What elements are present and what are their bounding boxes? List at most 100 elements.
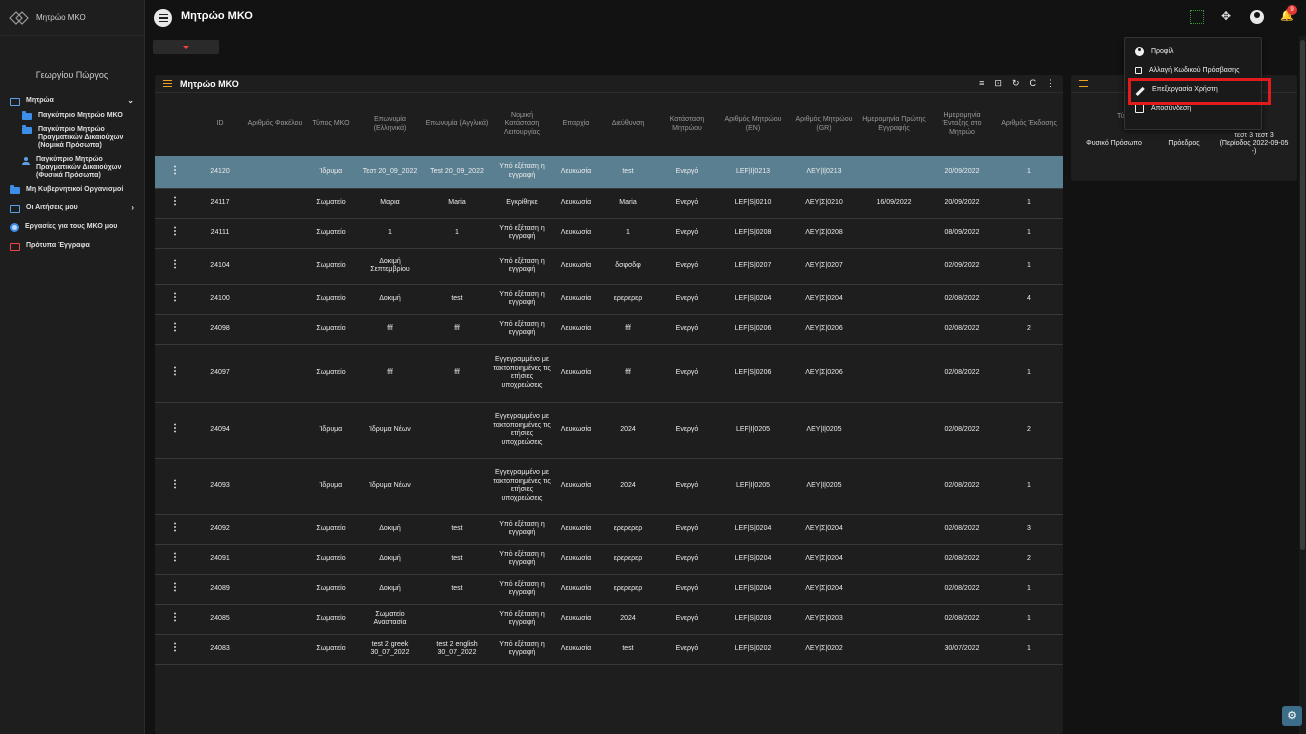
cell-name-gr: Δοκιμή xyxy=(357,284,423,315)
more-vert-icon[interactable]: ⋮ xyxy=(1046,78,1055,89)
move-icon[interactable] xyxy=(1220,9,1234,24)
cell-first-reg xyxy=(859,402,929,459)
cell-join-date: 02/08/2022 xyxy=(929,344,995,403)
table-row[interactable]: ⋮ 24089 Σωματείο Δοκιμή test Υπό εξέταση η εγ… xyxy=(155,574,1063,605)
more-vert-icon[interactable]: ⋮ xyxy=(170,165,180,176)
menu-item-profile[interactable]: Προφίλ xyxy=(1125,42,1261,61)
column-header[interactable]: Κατάσταση Μητρώου xyxy=(657,93,717,156)
cell-join-date: 02/08/2022 xyxy=(929,314,995,345)
more-vert-icon[interactable]: ⋮ xyxy=(170,226,180,237)
table-row[interactable]: ⋮ 24085 Σωματείο Σωματείο Αναστασία Υπό εξέτ… xyxy=(155,604,1063,635)
cell-legal: Εγγεγραμμένο με τακτοποιημένες τις ετήσι… xyxy=(491,458,553,515)
cell-join-date: 02/08/2022 xyxy=(929,544,995,575)
cell-name-en: test xyxy=(423,544,491,575)
cell-reg-gr: ΛΕΥ|Ι|0205 xyxy=(789,458,859,515)
sidebar-item-ngo-registry[interactable]: Παγκύπριο Μητρώο ΜΚΟ xyxy=(0,109,144,123)
more-vert-icon[interactable]: ⋮ xyxy=(170,582,180,593)
cell-version: 2 xyxy=(995,402,1063,459)
cell-reg-gr: ΛΕΥ|Σ|0204 xyxy=(789,574,859,605)
sync-icon[interactable]: ↻ xyxy=(1012,78,1020,89)
cell-join-date: 02/08/2022 xyxy=(929,284,995,315)
brand[interactable]: Μητρώο ΜΚΟ xyxy=(0,0,144,36)
cell-join-date: 20/09/2022 xyxy=(929,156,995,189)
column-header[interactable]: Αριθμός Φακέλου xyxy=(245,93,305,156)
cell-status: Ενεργό xyxy=(657,188,717,219)
cell-status: Ενεργό xyxy=(657,284,717,315)
user-account-icon[interactable] xyxy=(1250,10,1264,24)
menu-item-label: Αποσύνδεση xyxy=(1151,105,1192,112)
cell-id: 24094 xyxy=(195,402,245,459)
column-header[interactable]: Επωνυμία (Ελληνικά) xyxy=(357,93,423,156)
filter-icon[interactable]: ≡ xyxy=(979,78,984,89)
hamburger-menu-button[interactable] xyxy=(154,9,172,27)
column-header[interactable]: Νομική Κατάσταση Λειτουργίας xyxy=(491,93,553,156)
table-row[interactable]: ⋮ 24098 Σωματείο fff fff Υπό εξέταση η εγγραφ… xyxy=(155,314,1063,345)
table-row[interactable]: ⋮ 24091 Σωματείο Δοκιμή test Υπό εξέταση η εγ… xyxy=(155,544,1063,575)
column-header[interactable]: Αριθμός Μητρώου (GR) xyxy=(789,93,859,156)
more-vert-icon[interactable]: ⋮ xyxy=(170,612,180,623)
filter-dropdown[interactable] xyxy=(153,40,219,54)
more-vert-icon[interactable]: ⋮ xyxy=(170,642,180,653)
table-row[interactable]: ⋮ 24120 Ίδρυμα Τεστ 20_09_2022 Test 20_09_20… xyxy=(155,156,1063,189)
folder-icon xyxy=(22,111,32,120)
column-header[interactable]: Αριθμός Έκδοσης xyxy=(995,93,1063,156)
more-vert-icon[interactable]: ⋮ xyxy=(170,292,180,303)
more-vert-icon[interactable]: ⋮ xyxy=(170,479,180,490)
column-header[interactable]: Διεύθυνση xyxy=(599,93,657,156)
bell-icon[interactable]: 9 xyxy=(1280,5,1297,24)
table-row[interactable]: ⋮ 24092 Σωματείο Δοκιμή test Υπό εξέταση η εγ… xyxy=(155,514,1063,545)
cell-address: δσφσδφ xyxy=(599,248,657,285)
cell-type: Ίδρυμα xyxy=(305,402,357,459)
cell-type: Σωματείο xyxy=(305,344,357,403)
sidebar-item-beneficial-natural[interactable]: Παγκύπριο Μητρώο Πραγματικών Δικαιούχων … xyxy=(0,153,144,183)
scrollbar-thumb[interactable] xyxy=(1300,40,1305,550)
column-header[interactable]: Ημερομηνία Πρώτης Εγγραφής xyxy=(859,93,929,156)
sidebar-item-my-tasks[interactable]: Εργασίες για τους ΜΚΟ μου xyxy=(0,220,144,235)
cell-address: 2024 xyxy=(599,604,657,635)
column-header[interactable]: Ημερομηνία Ένταξης στο Μητρώο xyxy=(929,93,995,156)
more-vert-icon[interactable]: ⋮ xyxy=(170,366,180,377)
cell-first-reg xyxy=(859,284,929,315)
column-header[interactable]: Αριθμός Μητρώου (EN) xyxy=(717,93,789,156)
cell-name-gr: Σωματείο Αναστασία xyxy=(357,604,423,635)
table-row[interactable]: ⋮ 24104 Σωματείο Δοκιμή Σεπτεμβρίου Υπό εξέτ… xyxy=(155,248,1063,285)
sidebar-item-ngos[interactable]: Μη Κυβερνητικοί Οργανισμοί xyxy=(0,183,144,197)
more-vert-icon[interactable]: ⋮ xyxy=(170,259,180,270)
table-row[interactable]: ⋮ 24111 Σωματείο 1 1 Υπό εξέταση η εγγραφή Λευ… xyxy=(155,218,1063,249)
key-icon xyxy=(1135,67,1142,74)
row-actions-cell: ⋮ xyxy=(155,284,195,315)
more-vert-icon[interactable]: ⋮ xyxy=(170,196,180,207)
folder-icon xyxy=(22,125,32,134)
more-vert-icon[interactable]: ⋮ xyxy=(170,522,180,533)
more-vert-icon[interactable]: ⋮ xyxy=(170,322,180,333)
rc-cell-type: Φυσικό Πρόσωπο xyxy=(1086,140,1142,147)
sidebar-item-templates[interactable]: Πρότυπα Έγγραφα xyxy=(0,239,144,254)
column-header[interactable]: Επαρχία xyxy=(553,93,599,156)
sidebar-item-registries[interactable]: Μητρώα ⌄ xyxy=(0,94,144,109)
more-vert-icon[interactable]: ⋮ xyxy=(170,423,180,434)
sidebar-item-my-applications[interactable]: Οι Αιτήσεις μου › xyxy=(0,201,144,216)
database-icon xyxy=(10,205,20,213)
cell-name-en: fff xyxy=(423,314,491,345)
rc-row[interactable]: Φυσικό Πρόσωπο Πρόεδρος τεστ 3 τεστ 3 (Π… xyxy=(1071,132,1297,156)
grid-icon[interactable] xyxy=(1190,10,1204,24)
table-row[interactable]: ⋮ 24097 Σωματείο fff fff Εγγεγραμμένο με τακτ… xyxy=(155,344,1063,403)
search-icon[interactable]: ⊡ xyxy=(994,78,1002,89)
cell-id: 24091 xyxy=(195,544,245,575)
card-tools: ≡ ⊡ ↻ C ⋮ xyxy=(979,78,1055,89)
table-row[interactable]: ⋮ 24117 Σωματείο Μαρια Maria Εγκρίθηκε Λευκωσί… xyxy=(155,188,1063,219)
table-body: ⋮ 24120 Ίδρυμα Τεστ 20_09_2022 Test 20_09_20… xyxy=(155,156,1063,665)
more-vert-icon[interactable]: ⋮ xyxy=(170,552,180,563)
table-row[interactable]: ⋮ 24100 Σωματείο Δοκιμή test Υπό εξέταση η εγ… xyxy=(155,284,1063,315)
column-header[interactable]: ID xyxy=(195,93,245,156)
table-row[interactable]: ⋮ 24094 Ίδρυμα Ίδρυμα Νέων Εγγεγραμμένο με τ… xyxy=(155,402,1063,459)
table-row[interactable]: ⋮ 24093 Ίδρυμα Ίδρυμα Νέων Εγγεγραμμένο με τ… xyxy=(155,458,1063,515)
column-header[interactable]: Τύπος ΜΚΟ xyxy=(305,93,357,156)
cell-id: 24104 xyxy=(195,248,245,285)
row-actions-cell: ⋮ xyxy=(155,402,195,459)
table-row[interactable]: ⋮ 24083 Σωματείο test 2 greek 30_07_2022 tes… xyxy=(155,634,1063,665)
column-header[interactable]: Επωνυμία (Αγγλικά) xyxy=(423,93,491,156)
sidebar-item-beneficial-legal[interactable]: Παγκύπριο Μητρώο Πραγματικών Δικαιούχων … xyxy=(0,123,144,153)
refresh-icon[interactable]: C xyxy=(1030,78,1037,89)
settings-button[interactable]: ⚙ xyxy=(1282,706,1302,726)
